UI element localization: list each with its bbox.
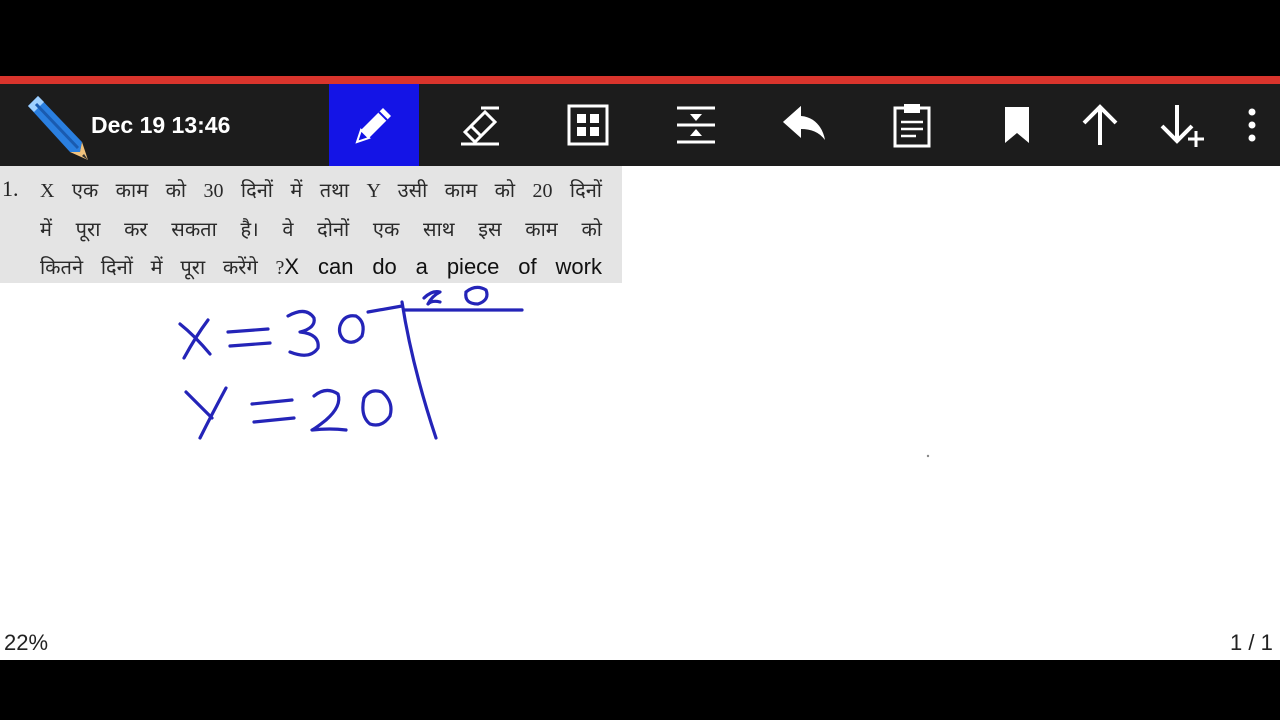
ink-y-equals-20 xyxy=(184,386,393,440)
insert-space-icon xyxy=(677,106,715,144)
grid-icon xyxy=(567,104,609,146)
more-vertical-icon xyxy=(1248,108,1256,142)
zoom-level-label: 22% xyxy=(4,630,49,655)
next-page-add-button[interactable] xyxy=(1138,84,1228,166)
previous-page-button[interactable] xyxy=(1055,84,1145,166)
ink-x-equals-30 xyxy=(178,304,404,360)
eraser-icon xyxy=(461,106,499,146)
app-logo-pencil-icon xyxy=(28,96,88,160)
ink-y-text: y = 20 xyxy=(186,435,190,437)
undo-icon xyxy=(783,106,825,140)
pencil-icon xyxy=(355,108,391,144)
overflow-menu-button[interactable] xyxy=(1224,84,1280,166)
navigation-bar-area xyxy=(0,660,1280,720)
bookmark-button[interactable] xyxy=(972,84,1062,166)
page-indicator: 1 / 1 xyxy=(1230,630,1273,655)
note-page-canvas[interactable]: 1. X एक काम को 30 दिनों में तथा Y उसी का… xyxy=(0,166,1280,660)
ink-x-text: x = 30 xyxy=(180,360,184,362)
toolbar: Dec 19 13:46 xyxy=(0,84,1280,166)
clipboard-button[interactable] xyxy=(867,84,957,166)
status-bar-area xyxy=(0,0,1280,76)
clipboard-icon xyxy=(893,104,931,148)
arrow-up-icon xyxy=(1082,104,1118,145)
accent-line xyxy=(0,76,1280,84)
undo-button[interactable] xyxy=(759,84,849,166)
eraser-tool-button[interactable] xyxy=(435,84,525,166)
handwritten-ink-layer: 60 x = 30 y = 20 xyxy=(178,285,930,458)
grid-view-button[interactable] xyxy=(543,84,633,166)
bookmark-icon xyxy=(1005,107,1029,143)
insert-space-button[interactable] xyxy=(651,84,741,166)
arrow-down-add-icon xyxy=(1160,105,1204,147)
datetime-label: Dec 19 13:46 xyxy=(91,112,231,138)
pen-tool-button[interactable] xyxy=(329,84,419,166)
stray-dot xyxy=(926,454,930,458)
ink-lcm-bracket xyxy=(400,285,524,440)
ink-lcm-value: 60 xyxy=(420,305,422,307)
